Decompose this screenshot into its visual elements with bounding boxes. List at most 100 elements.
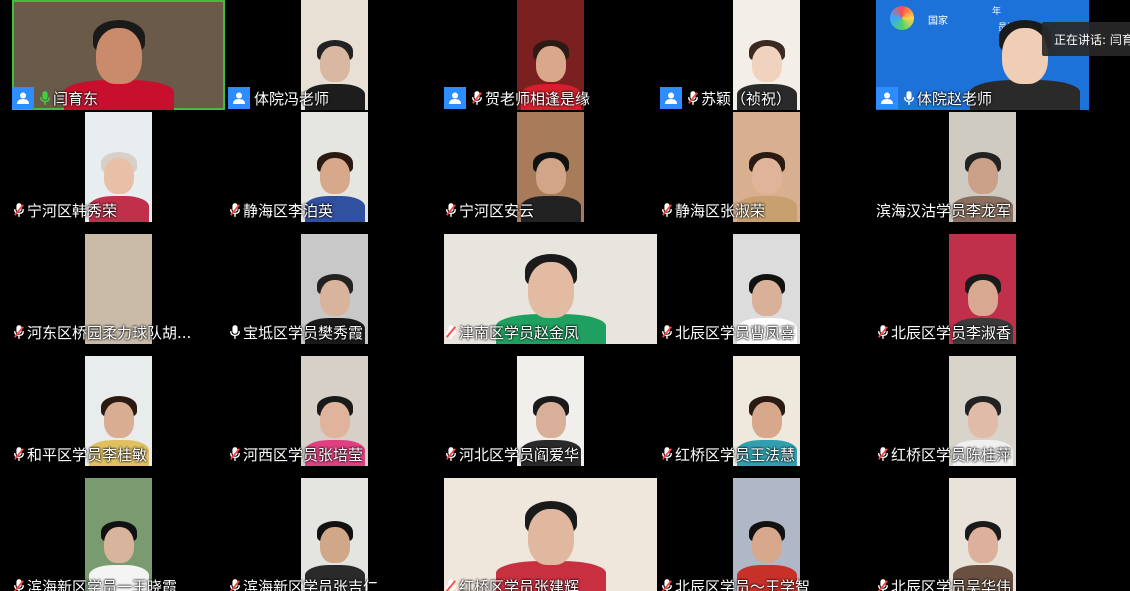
participant-name-bar: 体院赵老师 (876, 87, 992, 109)
participant-name: 宁河区安云 (459, 201, 535, 220)
participant-name: 滨海汉沽学员李龙军 (876, 201, 1012, 220)
participant-tile[interactable]: 北辰区学员～王学智 (660, 478, 873, 591)
participant-tile[interactable]: 静海区张淑荣 (660, 112, 873, 222)
participant-tile[interactable]: 河东区桥园柔力球队胡... (12, 234, 225, 344)
participant-user-icon (12, 87, 34, 109)
participant-user-icon (876, 87, 898, 109)
participant-tile[interactable]: 静海区李泊英 (228, 112, 441, 222)
mic-icon (902, 89, 916, 107)
participant-tile[interactable]: 宁河区韩秀荣 (12, 112, 225, 222)
participant-name: 闫育东 (53, 89, 99, 108)
participant-name: 红桥区学员陈桂萍 (891, 445, 1012, 464)
participant-name-bar: 苏颖（祯祝） (660, 87, 791, 109)
participant-tile[interactable]: 北辰区学员曹凤喜 (660, 234, 873, 344)
mic-muted-icon (876, 323, 890, 341)
participant-name-bar: 北辰区学员李淑香 (876, 321, 1011, 343)
participant-name: 北辰区学员吴华伟 (891, 577, 1012, 591)
mic-muted-icon (444, 445, 458, 463)
participant-name-bar: 北辰区学员～王学智 (660, 575, 810, 591)
participant-tile[interactable]: 河北区学员阎爱华 (444, 356, 657, 466)
participant-name: 北辰区学员李淑香 (891, 323, 1012, 342)
participant-tile[interactable]: 北辰区学员吴华伟 (876, 478, 1089, 591)
mic-muted-icon (660, 201, 674, 219)
participant-name-bar: 宁河区安云 (444, 199, 534, 221)
participant-tile[interactable]: 北辰区学员李淑香 (876, 234, 1089, 344)
active-speaker-label: 正在讲话: 闫育东 (1054, 32, 1130, 47)
mic-muted-icon (444, 201, 458, 219)
participant-name: 和平区学员李桂敏 (27, 445, 148, 464)
mic-muted-icon (12, 201, 26, 219)
participant-name: 宁河区韩秀荣 (27, 201, 118, 220)
participant-name-bar: 北辰区学员吴华伟 (876, 575, 1011, 591)
participant-tile[interactable]: 和平区学员李桂敏 (12, 356, 225, 466)
participant-name: 红桥区学员张建辉 (459, 577, 580, 591)
participant-tile[interactable]: 滨海汉沽学员李龙军 (876, 112, 1089, 222)
participant-name: 贺老师相逢是缘 (485, 89, 591, 108)
participant-name-bar: 河东区桥园柔力球队胡... (12, 321, 191, 343)
mic-muted-icon (228, 201, 242, 219)
participant-name: 河北区学员阎爱华 (459, 445, 580, 464)
participant-name-bar: 滨海新区学员张吉仁 (228, 575, 378, 591)
participant-name-bar: 宝坻区学员樊秀霞 (228, 321, 363, 343)
participant-name-bar: 红桥区学员陈桂萍 (876, 443, 1011, 465)
participant-name: 苏颖（祯祝） (701, 89, 792, 108)
mic-muted-icon (876, 577, 890, 591)
participant-tile[interactable]: 宝坻区学员樊秀霞 (228, 234, 441, 344)
participant-name: 滨海新区学员一王晓霞 (27, 577, 178, 591)
participant-name: 宝坻区学员樊秀霞 (243, 323, 364, 342)
active-speaker-indicator: 正在讲话: 闫育东 (1042, 22, 1130, 56)
mic-muted-icon (12, 323, 26, 341)
participant-name: 北辰区学员曹凤喜 (675, 323, 796, 342)
participant-user-icon (444, 87, 466, 109)
mic-muted-icon (12, 577, 26, 591)
participant-tile[interactable]: 津南区学员赵金凤 (444, 234, 657, 344)
mic-muted-icon (444, 577, 458, 591)
participant-name-bar: 津南区学员赵金凤 (444, 321, 579, 343)
participant-name-bar: 静海区李泊英 (228, 199, 333, 221)
mic-icon (38, 89, 52, 107)
participant-name: 河西区学员张培莹 (243, 445, 364, 464)
participant-tile[interactable]: 红桥区学员张建辉 (444, 478, 657, 591)
participant-name-bar: 河西区学员张培莹 (228, 443, 363, 465)
mic-muted-icon (686, 89, 700, 107)
participant-user-icon (228, 87, 250, 109)
participant-name: 体院冯老师 (254, 89, 330, 108)
participant-name-bar: 河北区学员阎爱华 (444, 443, 579, 465)
participant-name: 静海区李泊英 (243, 201, 334, 220)
mic-muted-icon (660, 323, 674, 341)
program-logo-icon (890, 6, 914, 30)
participant-tile[interactable]: 苏颖（祯祝） (660, 0, 873, 110)
participant-tile[interactable]: 宁河区安云 (444, 112, 657, 222)
participant-name: 河东区桥园柔力球队胡... (27, 323, 192, 342)
participant-name: 静海区张淑荣 (675, 201, 766, 220)
participant-name-bar: 贺老师相逢是缘 (444, 87, 590, 109)
slide-text: 国家 (928, 16, 948, 27)
participant-tile[interactable]: 贺老师相逢是缘 (444, 0, 657, 110)
participant-name: 滨海新区学员张吉仁 (243, 577, 379, 591)
participant-name: 红桥区学员王法慧 (675, 445, 796, 464)
participant-name-bar: 宁河区韩秀荣 (12, 199, 117, 221)
participant-name-bar: 静海区张淑荣 (660, 199, 765, 221)
participant-tile[interactable]: 体院冯老师 (228, 0, 441, 110)
participant-name-bar: 北辰区学员曹凤喜 (660, 321, 795, 343)
participant-name-bar: 体院冯老师 (228, 87, 329, 109)
participant-tile[interactable]: 滨海新区学员张吉仁 (228, 478, 441, 591)
participant-user-icon (660, 87, 682, 109)
mic-muted-icon (470, 89, 484, 107)
participant-name: 体院赵老师 (917, 89, 993, 108)
participant-name-bar: 和平区学员李桂敏 (12, 443, 147, 465)
mic-muted-icon (876, 445, 890, 463)
participant-tile[interactable]: 闫育东 (12, 0, 225, 110)
participant-tile[interactable]: 滨海新区学员一王晓霞 (12, 478, 225, 591)
mic-muted-icon (660, 445, 674, 463)
mic-muted-icon (12, 445, 26, 463)
participant-tile[interactable]: 红桥区学员王法慧 (660, 356, 873, 466)
participant-name-bar: 红桥区学员王法慧 (660, 443, 795, 465)
mic-muted-icon (660, 577, 674, 591)
mic-muted-icon (228, 445, 242, 463)
participant-name-bar: 滨海新区学员一王晓霞 (12, 575, 177, 591)
participant-name-bar: 滨海汉沽学员李龙军 (876, 199, 1011, 221)
participant-tile[interactable]: 河西区学员张培莹 (228, 356, 441, 466)
participant-name-bar: 红桥区学员张建辉 (444, 575, 579, 591)
participant-tile[interactable]: 红桥区学员陈桂萍 (876, 356, 1089, 466)
